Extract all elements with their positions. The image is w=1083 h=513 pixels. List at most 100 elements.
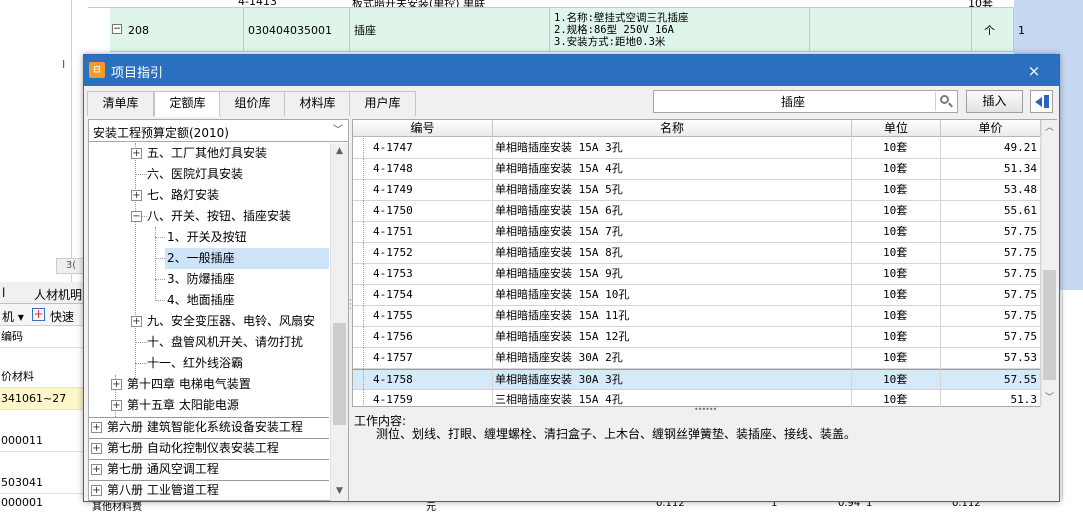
tab-quota-library[interactable]: 定额库 — [154, 91, 221, 117]
expand-icon[interactable]: + — [131, 148, 142, 159]
dock-left-icon[interactable] — [1030, 90, 1053, 113]
table-row[interactable]: 4-1754 单相暗插座安装 15A 10孔 10套 57.75 — [353, 285, 1041, 306]
tree-node-street-lamps[interactable]: + 七、路灯安装 — [129, 185, 329, 206]
table-row[interactable]: 4-1753 单相暗插座安装 15A 9孔 10套 57.75 — [353, 264, 1041, 285]
scroll-down-icon[interactable]: ﹀ — [1042, 390, 1057, 407]
scroll-thumb[interactable] — [333, 323, 346, 425]
add-icon[interactable]: + — [32, 308, 45, 321]
table-row[interactable]: 4-1757 单相暗插座安装 30A 2孔 10套 57.53 — [353, 348, 1041, 369]
tree-node-label: 八、开关、按钮、插座安装 — [147, 209, 292, 223]
list-item[interactable]: 000011 — [0, 430, 86, 452]
tree-guide — [155, 300, 165, 301]
tree-node-infrared-heater[interactable]: 十一、红外线浴霸 — [129, 353, 329, 374]
header-price[interactable]: 单价 — [941, 120, 1041, 137]
chevron-down-icon[interactable]: ﹀ — [330, 123, 346, 139]
tree-scrollbar[interactable]: ▲ ▼ — [330, 143, 348, 501]
scroll-thumb[interactable] — [1043, 270, 1056, 380]
project-guide-dialog: ⊟ 项目指引 × 清单库 定额库 组价库 材料库 用户库 插入 安装工程预算定额… — [83, 54, 1060, 502]
insert-button[interactable]: 插入 — [966, 90, 1023, 113]
expand-icon[interactable]: + — [91, 485, 102, 496]
scroll-up-icon[interactable]: ︿ — [1042, 120, 1057, 137]
tree-node-label: 第六册 建筑智能化系统设备安装工程 — [107, 420, 303, 434]
tab-bill-library[interactable]: 清单库 — [87, 91, 154, 116]
machine-dropdown[interactable]: 机 ▾ — [2, 308, 24, 325]
tree-node-switch-button[interactable]: 1、开关及按钮 — [165, 227, 329, 248]
cell-name: 单相暗插座安装 15A 11孔 — [493, 306, 852, 327]
scroll-down-icon[interactable]: ▼ — [331, 483, 348, 500]
list-item[interactable]: 价材料 — [0, 366, 86, 388]
quota-grid-panel: 编号 名称 单位 单价 4-1747 单相暗插座安装 15A 3孔 10套 49… — [352, 119, 1057, 407]
list-item[interactable]: 341061~27 — [0, 388, 86, 410]
cell-price: 57.55 — [941, 369, 1041, 390]
expand-icon[interactable]: + — [111, 400, 122, 411]
grid-scrollbar[interactable]: ︿ ﹀ — [1041, 120, 1057, 407]
prev-row-name: 板式暗开关安装(单控) 单联 — [352, 0, 486, 8]
cell-name: 三相暗插座安装 15A 4孔 — [493, 390, 852, 407]
cell-name: 单相暗插座安装 30A 3孔 — [493, 369, 852, 390]
list-item[interactable]: 000001 — [0, 492, 86, 513]
tab-partial[interactable]: l — [2, 286, 5, 300]
quick-button[interactable]: 快速 — [50, 308, 74, 325]
search-icon[interactable] — [935, 92, 955, 111]
tree-node-general-socket[interactable]: 2、一般插座 — [165, 248, 329, 269]
tree-node-fan-coil-switch[interactable]: 十、盘管风机开关、请勿打扰 — [129, 332, 329, 353]
tree-node-label: 第十四章 电梯电气装置 — [127, 377, 251, 391]
table-row[interactable]: 4-1755 单相暗插座安装 15A 11孔 10套 57.75 — [353, 306, 1041, 327]
table-row[interactable]: 4-1749 单相暗插座安装 15A 5孔 10套 53.48 — [353, 180, 1041, 201]
tree-node-explosion-proof-socket[interactable]: 3、防爆插座 — [165, 269, 329, 290]
cell-code: 4-1756 — [353, 327, 493, 348]
row-description: 1.名称:壁挂式空调三孔插座 2.规格:86型 250V 16A 3.安装方式:… — [550, 8, 810, 52]
bill-row-selected[interactable]: 208 030404035001 插座 1.名称:壁挂式空调三孔插座 2.规格:… — [110, 8, 1014, 52]
expand-icon[interactable]: + — [131, 316, 142, 327]
header-unit[interactable]: 单位 — [852, 120, 941, 137]
tree-node-hospital-lamps[interactable]: 六、医院灯具安装 — [129, 164, 329, 185]
tree-node-label: 2、一般插座 — [167, 251, 235, 265]
dialog-titlebar[interactable]: ⊟ 项目指引 × — [84, 55, 1059, 86]
cell-code: 4-1754 — [353, 285, 493, 306]
expand-icon[interactable]: + — [111, 379, 122, 390]
cell-price: 53.48 — [941, 180, 1041, 201]
left-gutter: I — [0, 0, 72, 290]
tree-node-book-6[interactable]: + 第六册 建筑智能化系统设备安装工程 — [89, 417, 329, 438]
expand-icon[interactable]: + — [91, 422, 102, 433]
tab-user-library[interactable]: 用户库 — [349, 91, 416, 116]
table-row-selected[interactable]: 4-1758 单相暗插座安装 30A 3孔 10套 57.55 — [353, 369, 1041, 390]
close-button[interactable]: × — [1022, 61, 1046, 81]
search-input[interactable] — [654, 91, 932, 112]
tree-node-transformer-bell-fan[interactable]: + 九、安全变压器、电铃、风扇安 — [129, 311, 329, 332]
table-row[interactable]: 4-1748 单相暗插座安装 15A 4孔 10套 51.34 — [353, 159, 1041, 180]
tree-node-label: 1、开关及按钮 — [167, 230, 247, 244]
tree-node-book-7-hvac[interactable]: + 第七册 通风空调工程 — [89, 459, 329, 480]
scroll-up-icon[interactable]: ▲ — [331, 143, 348, 160]
header-code[interactable]: 编号 — [353, 120, 493, 137]
tree-node-factory-lamps[interactable]: + 五、工厂其他灯具安装 — [129, 143, 329, 164]
cell-code: 4-1757 — [353, 348, 493, 369]
bill-row-previous[interactable]: 4-1413 板式暗开关安装(单控) 单联 10套 — [88, 0, 1014, 8]
table-row[interactable]: 4-1751 单相暗插座安装 15A 7孔 10套 57.75 — [353, 222, 1041, 243]
tree-node-book-8[interactable]: + 第八册 工业管道工程 — [89, 480, 329, 501]
table-row[interactable]: 4-1752 单相暗插座安装 15A 8孔 10套 57.75 — [353, 243, 1041, 264]
expand-icon[interactable]: + — [91, 464, 102, 475]
list-item[interactable]: 503041 — [0, 472, 86, 494]
tree-node-solar-power[interactable]: + 第十五章 太阳能电源 — [109, 395, 329, 416]
tree-node-book-7-automation[interactable]: + 第七册 自动化控制仪表安装工程 — [89, 438, 329, 459]
quota-tree-panel: 安装工程预算定额(2010) ﹀ + 五、工厂其他灯具安装 六、医院灯具安装 +… — [88, 119, 349, 501]
tree-node-switch-socket[interactable]: − 八、开关、按钮、插座安装 — [129, 206, 329, 227]
table-row[interactable]: 4-1756 单相暗插座安装 15A 12孔 10套 57.75 — [353, 327, 1041, 348]
tree-node-floor-socket[interactable]: 4、地面插座 — [165, 290, 329, 311]
table-row[interactable]: 4-1750 单相暗插座安装 15A 6孔 10套 55.61 — [353, 201, 1041, 222]
collapse-icon[interactable]: − — [131, 211, 142, 222]
dialog-title: 项目指引 — [111, 66, 164, 81]
header-name[interactable]: 名称 — [493, 120, 852, 137]
expand-icon[interactable]: + — [131, 190, 142, 201]
table-row[interactable]: 4-1747 单相暗插座安装 15A 3孔 10套 49.21 — [353, 138, 1041, 159]
library-tabs: 清单库 定额库 组价库 材料库 用户库 插入 — [84, 86, 1059, 117]
collapse-toggle-icon[interactable]: − — [112, 24, 122, 34]
tab-labor-material[interactable]: 人材机明 — [34, 286, 82, 303]
tab-material-library[interactable]: 材料库 — [284, 91, 351, 116]
horizontal-scroll-left[interactable]: 3( — [56, 258, 86, 274]
quota-selector[interactable]: 安装工程预算定额(2010) ﹀ — [89, 120, 348, 142]
tree-node-elevator[interactable]: + 第十四章 电梯电气装置 — [109, 374, 329, 395]
expand-icon[interactable]: + — [91, 443, 102, 454]
tab-pricing-library[interactable]: 组价库 — [219, 91, 286, 116]
